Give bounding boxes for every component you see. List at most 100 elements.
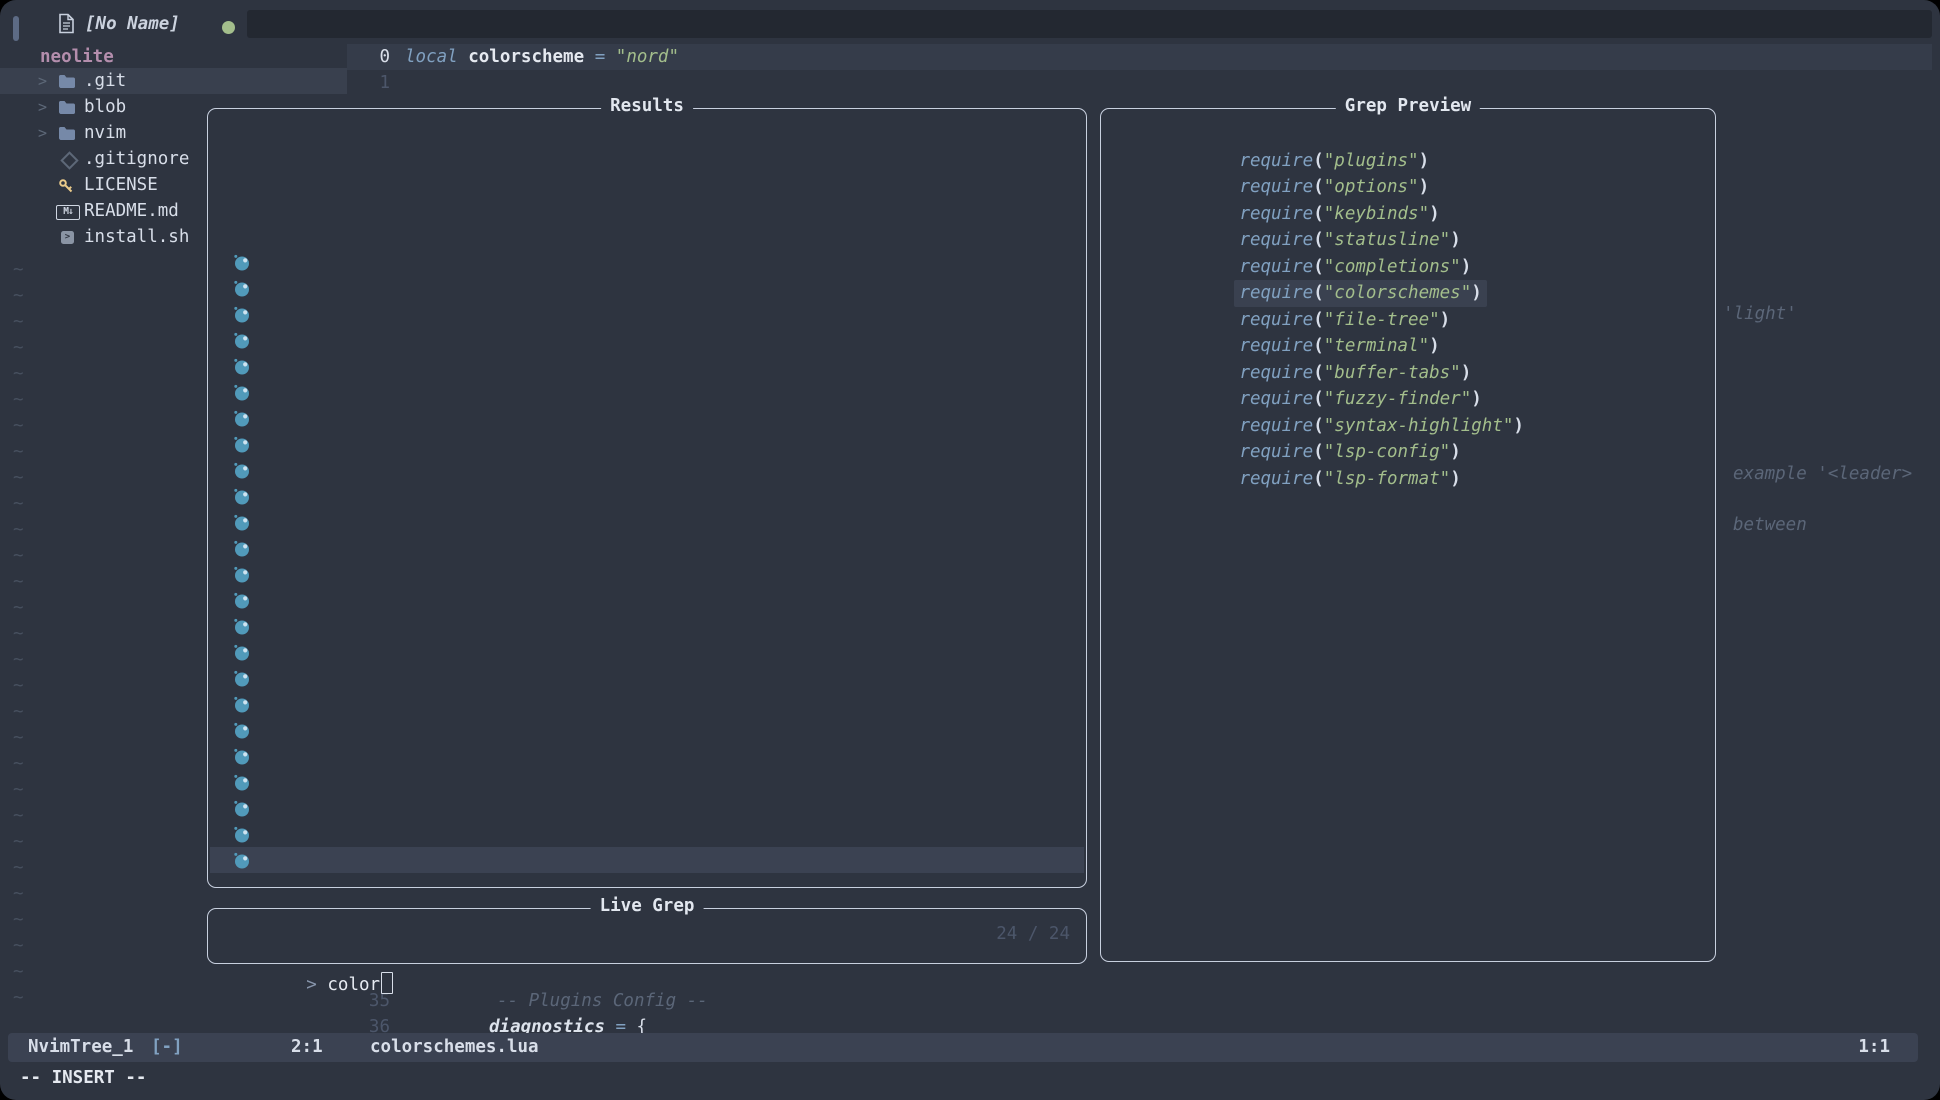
grep-input[interactable]: > color [222,909,393,960]
chevron-right-icon[interactable]: > [38,120,47,146]
filetree-root[interactable]: neolite [40,44,114,70]
tilde: ~ [13,595,24,621]
tilde: ~ [13,465,24,491]
paren-close: ) [1471,389,1482,409]
tilde: ~ [13,439,24,465]
paren-close: ) [1419,151,1430,171]
result-row[interactable]: nvim/lua/colorschemes.lua:40:41: backgro… [210,691,1084,717]
result-row[interactable]: nvim/lua/buffer-tabs.lua:2:16:vim.opt.te… [210,249,1084,275]
result-row[interactable]: nvim/lua/plugins.lua:16:16: -- Catppucci… [210,301,1084,327]
paren-close: ) [1450,230,1461,250]
results-window: Results nvim/lua/buffer-tabs.lua:2:16:vi… [207,108,1087,888]
paren-open: ( [1313,389,1324,409]
result-row[interactable]: nvim/lua/colorschemes.lua:85:3: color_ov… [210,613,1084,639]
screen: [No Name] 0 local colorscheme = "nord" 1… [0,0,1940,1100]
paren-open: ( [1313,416,1324,436]
tilde: ~ [13,699,24,725]
lua-file-icon [233,826,250,843]
lua-file-icon [233,566,250,583]
shell-script-icon: > [61,231,74,244]
tilde: ~ [13,621,24,647]
tilde: ~ [13,569,24,595]
result-row[interactable]: nvim/lua/colorschemes.lua:133:4:if color… [210,483,1084,509]
paren-close: ) [1461,363,1472,383]
result-row[interactable]: nvim/lua/colorschemes.lua:99:10: vim.cmd… [210,587,1084,613]
result-row[interactable]: nvim/lua/colorschemes.lua:48:4:if colors… [210,665,1084,691]
result-row[interactable]: nvim/lua/colorschemes.lua:130:12: vim.cm… [210,509,1084,535]
result-row[interactable]: nvim/lua/colorschemes.lua:63:8: term_col… [210,639,1084,665]
tilde: ~ [13,985,24,1011]
paren-close: ) [1429,336,1440,356]
result-row[interactable]: nvim/lua/colorschemes.lua:3:4:if colorsc… [210,795,1084,821]
tilde: ~ [13,387,24,413]
lua-file-icon [233,488,250,505]
tilde: ~ [13,413,24,439]
result-row[interactable]: > nvim/init.lua:6:10:require("colorschem… [210,847,1084,873]
module-string: "fuzzy-finder" [1324,389,1472,409]
identifier-colorscheme: colorscheme [468,47,584,67]
chevron-right-icon[interactable]: > [38,94,47,120]
require-keyword: require [1239,310,1313,330]
lua-file-icon [233,644,250,661]
result-counter: 24 / 24 [996,909,1070,960]
tilde: ~ [13,751,24,777]
bg-fragment-between: between [1733,512,1807,538]
tilde: ~ [13,803,24,829]
result-row[interactable]: nvim/lua/colorschemes.lua:38:29: darker … [210,717,1084,743]
result-row[interactable]: nvim/lua/buffer-tabs.lua:1:15:-- set ter… [210,275,1084,301]
require-keyword: require [1239,257,1313,277]
file-icon [58,13,75,34]
bg-fragment-leader: example '<leader> [1733,461,1912,487]
tilde: ~ [13,673,24,699]
tilde: ~ [13,647,24,673]
lua-file-icon [233,254,250,271]
markdown-icon: M↓ [56,205,80,220]
result-row[interactable]: nvim/lua/colorschemes.lua:34:3: colors =… [210,743,1084,769]
result-row[interactable]: nvim/lua/file-tree.lua:5:15:-- set termg… [210,431,1084,457]
tilde: ~ [13,283,24,309]
tree-item-label: blob [84,94,126,120]
result-row[interactable]: nvim/lua/colorschemes.lua:13:8: term_col… [210,769,1084,795]
tilde: ~ [13,543,24,569]
bg-comment-plugins-config: -- Plugins Config -- [497,988,708,1014]
module-string: "lsp-config" [1324,442,1450,462]
result-row[interactable]: nvim/lua/colorschemes.lua:102:4:if color… [210,561,1084,587]
result-row[interactable]: nvim/lua/colorschemes.lua:1:7:local colo… [210,821,1084,847]
result-row[interactable]: nvim/lua/colorschemes.lua:103:45: -- set… [210,535,1084,561]
require-keyword: require [1239,363,1313,383]
modified-dot-icon [222,21,235,34]
line-number-current: 0 [348,44,390,70]
folder-icon [58,74,75,88]
result-row[interactable]: nvim/lua/file-tree.lua:6:16:vim.opt.term… [210,405,1084,431]
paren-close: ) [1450,469,1461,489]
lua-file-icon [233,592,250,609]
lua-file-icon [233,696,250,713]
result-row[interactable]: nvim/lua/plugins.lua:7:10: -- Nord color… [210,379,1084,405]
tree-item-git[interactable]: > .git [0,68,347,94]
require-keyword: require [1239,204,1313,224]
paren-open: ( [1313,151,1324,171]
result-row[interactable]: nvim/lua/colorschemes.lua:139:12: vim.cm… [210,457,1084,483]
tab-noname[interactable]: [No Name] [85,10,180,38]
mode-indicator: -- INSERT -- [20,1064,146,1092]
result-row[interactable]: nvim/lua/plugins.lua:10:13: -- Onedark c… [210,353,1084,379]
require-keyword: require [1239,151,1313,171]
text-cursor [381,972,393,994]
module-string: "plugins" [1324,151,1419,171]
chevron-right-icon[interactable]: > [38,68,47,94]
grep-preview-title: Grep Preview [1336,96,1480,116]
lua-file-icon [233,462,250,479]
require-keyword: require [1239,416,1313,436]
paren-close: ) [1450,442,1461,462]
module-string: "options" [1324,177,1419,197]
require-keyword: require [1239,469,1313,489]
results-title: Results [601,96,693,116]
line-number-1: 1 [348,70,390,96]
tilde: ~ [13,855,24,881]
grep-query: color [327,975,380,995]
editor-line-0[interactable]: local colorscheme = "nord" [405,44,679,70]
result-row[interactable]: nvim/lua/plugins.lua:13:13: -- Gruvbox c… [210,327,1084,353]
tree-item-label: install.sh [84,224,189,250]
tree-item-label: .gitignore [84,146,189,172]
statusline-right-pos: 1:1 [1858,1033,1890,1062]
